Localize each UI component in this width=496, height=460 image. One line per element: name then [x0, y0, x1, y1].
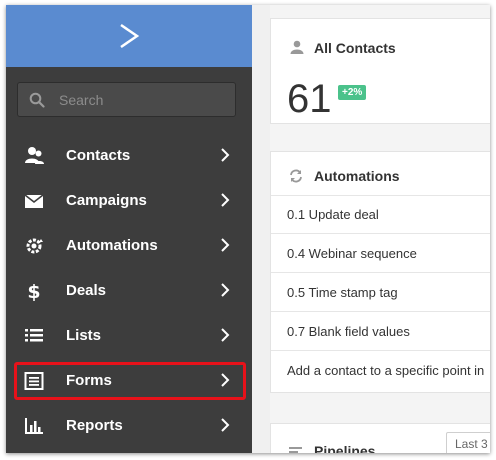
sidebar-item-label: Deals [66, 282, 107, 299]
envelope-icon [24, 194, 44, 208]
sidebar-item-campaigns[interactable]: Campaigns [6, 178, 252, 223]
automation-row[interactable]: 0.7 Blank field values [271, 312, 490, 351]
automation-row[interactable]: 0.4 Webinar sequence [271, 234, 490, 273]
card-title: All Contacts [314, 40, 396, 56]
card-title: Automations [314, 168, 400, 184]
sidebar-item-lists[interactable]: Lists [6, 313, 252, 358]
chevron-right-icon [221, 418, 230, 432]
contacts-icon [25, 147, 44, 164]
brand-header[interactable] [6, 5, 252, 67]
change-badge: +2% [338, 85, 367, 100]
automation-name: 0.4 Webinar sequence [287, 245, 417, 261]
chevron-right-icon [221, 328, 230, 342]
automation-row[interactable]: 0.1 Update deal [271, 195, 490, 234]
automations-card: Automations 0.1 Update deal 0.4 Webinar … [270, 151, 490, 393]
user-icon [290, 40, 304, 54]
card-header: Automations [271, 152, 490, 196]
bar-chart-icon [25, 418, 43, 434]
sidebar-item-label: Lists [66, 327, 102, 344]
automation-row[interactable]: 0.5 Time stamp tag [271, 273, 490, 312]
svg-text:$: $ [27, 281, 40, 301]
chevron-right-icon [221, 193, 230, 207]
pipelines-card: Pipelines Last 3 [270, 423, 490, 453]
sidebar-item-label: Campaigns [66, 192, 147, 209]
chevron-right-icon [221, 148, 230, 162]
forms-highlight-box [14, 362, 246, 400]
sidebar-item-label: Automations [66, 237, 158, 254]
sidebar-item-contacts[interactable]: Contacts [6, 133, 252, 178]
sidebar-divider [252, 5, 270, 453]
automation-row[interactable]: Add a contact to a specific point in [271, 351, 490, 390]
chevron-right-icon [221, 283, 230, 297]
date-range-select[interactable]: Last 3 [446, 432, 490, 453]
automation-name: 0.1 Update deal [287, 206, 379, 222]
automation-name: 0.7 Blank field values [287, 323, 410, 339]
search-icon [29, 92, 45, 108]
sidebar-item-reports[interactable]: Reports [6, 403, 252, 448]
sidebar-item-deals[interactable]: $ Deals [6, 268, 252, 313]
refresh-icon [290, 169, 302, 183]
sidebar-item-label: Contacts [66, 147, 131, 164]
automation-gear-icon [26, 238, 43, 254]
app-window: Contacts Campaigns Automations [6, 5, 490, 453]
chevron-right-icon [221, 238, 230, 252]
automation-name: 0.5 Time stamp tag [287, 284, 398, 300]
automation-name: Add a contact to a specific point in [287, 363, 485, 378]
sidebar-item-label: Reports [66, 417, 123, 434]
list-icon [25, 329, 43, 342]
sidebar: Contacts Campaigns Automations [6, 5, 252, 453]
card-title: Pipelines [314, 443, 376, 453]
contact-count: 61 [287, 77, 332, 121]
all-contacts-card[interactable]: All Contacts 61 +2% [270, 18, 490, 124]
sidebar-nav: Contacts Campaigns Automations $ Deals L… [6, 133, 252, 448]
dollar-icon: $ [27, 281, 40, 301]
search-box[interactable] [17, 82, 236, 117]
pipeline-icon [289, 447, 302, 453]
sidebar-item-automations[interactable]: Automations [6, 223, 252, 268]
search-input[interactable] [57, 90, 211, 109]
logo-icon [120, 23, 140, 49]
